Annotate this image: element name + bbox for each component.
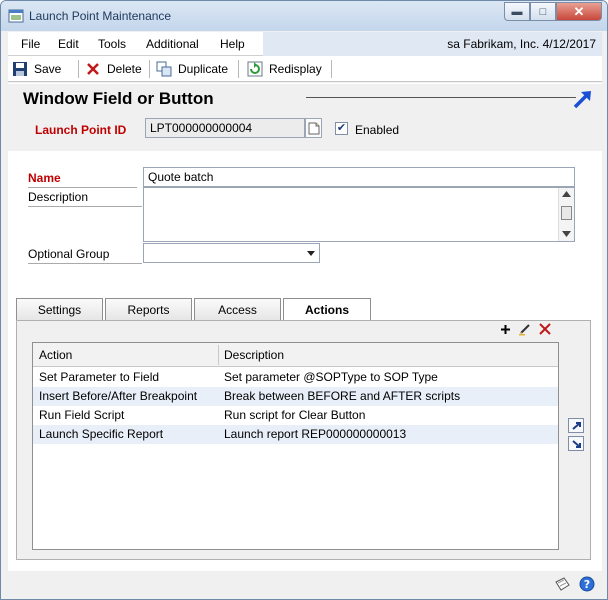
title-divider (306, 97, 576, 98)
column-divider (218, 345, 219, 365)
row-action: Set Parameter to Field (39, 370, 160, 384)
row-action: Insert Before/After Breakpoint (39, 389, 198, 403)
toolbar-divider (149, 60, 150, 78)
note-icon[interactable] (554, 576, 571, 592)
maximize-button[interactable]: □ (530, 2, 556, 21)
svg-text:?: ? (584, 578, 590, 591)
optional-group-label: Optional Group (28, 247, 142, 264)
remove-icon[interactable] (539, 323, 551, 335)
redisplay-label: Redisplay (269, 62, 322, 76)
column-header-description[interactable]: Description (224, 348, 284, 362)
name-input[interactable]: Quote batch (143, 167, 575, 187)
close-button[interactable]: ✕ (556, 2, 602, 21)
enabled-checkbox[interactable]: ✔ (335, 122, 348, 135)
arrow-icon[interactable] (572, 88, 594, 110)
minimize-button[interactable]: ▬ (504, 2, 530, 21)
form-title: Window Field or Button (23, 89, 214, 108)
tab-settings[interactable]: Settings (16, 298, 103, 320)
table-row[interactable]: Set Parameter to Field Set parameter @SO… (33, 368, 558, 387)
delete-label: Delete (107, 62, 142, 76)
move-down-button[interactable] (568, 436, 584, 451)
menu-help[interactable]: Help (220, 37, 245, 51)
description-scrollbar[interactable] (558, 188, 574, 241)
header-panel: Window Field or Button Launch Point ID L… (8, 83, 602, 149)
toolbar-divider (78, 60, 79, 78)
window-title: Launch Point Maintenance (29, 9, 172, 23)
menu-file[interactable]: File (21, 37, 40, 51)
row-action: Run Field Script (39, 408, 125, 422)
description-input[interactable] (143, 187, 575, 242)
tab-reports[interactable]: Reports (105, 298, 192, 320)
help-icon[interactable]: ? (579, 576, 595, 592)
table-row[interactable]: Launch Specific Report Launch report REP… (33, 425, 558, 444)
duplicate-label: Duplicate (178, 62, 229, 76)
launch-point-maintenance-window: Launch Point Maintenance ▬ □ ✕ File Edit… (0, 0, 608, 600)
row-description: Set parameter @SOPType to SOP Type (224, 370, 438, 384)
company-info: sa Fabrikam, Inc. 4/12/2017 (447, 37, 596, 51)
menu-edit[interactable]: Edit (58, 37, 79, 51)
row-description: Launch report REP000000000013 (224, 427, 407, 441)
row-action: Launch Specific Report (39, 427, 164, 441)
toolbar-divider (238, 60, 239, 78)
lookup-icon (308, 122, 320, 135)
column-header-action[interactable]: Action (39, 348, 72, 362)
toolbar: Save Delete Duplicate Redisplay (8, 56, 602, 82)
save-label: Save (34, 62, 62, 76)
menu-additional[interactable]: Additional (146, 37, 199, 51)
actions-table: Action Description Set Parameter to Fiel… (32, 342, 559, 550)
description-label: Description (28, 190, 142, 207)
name-label: Name (28, 171, 137, 188)
row-description: Break between BEFORE and AFTER scripts (224, 389, 461, 403)
lookup-button[interactable] (305, 118, 322, 138)
edit-icon[interactable] (518, 322, 532, 336)
tab-access[interactable]: Access (194, 298, 281, 320)
chevron-down-icon (307, 251, 315, 256)
duplicate-icon (156, 61, 172, 77)
optional-group-select[interactable] (143, 243, 320, 263)
app-window-icon (8, 9, 24, 23)
table-row[interactable]: Run Field Script Run script for Clear Bu… (33, 406, 558, 425)
move-down-icon (572, 440, 581, 448)
table-row[interactable]: Insert Before/After Breakpoint Break bet… (33, 387, 558, 406)
save-button[interactable]: Save (12, 59, 61, 79)
duplicate-button[interactable]: Duplicate (156, 59, 228, 79)
company-info-bar: sa Fabrikam, Inc. 4/12/2017 (263, 32, 602, 56)
scroll-thumb[interactable] (561, 206, 572, 220)
move-up-icon (572, 422, 581, 430)
redisplay-button[interactable]: Redisplay (247, 59, 322, 79)
table-header: Action Description (33, 343, 558, 367)
tab-actions[interactable]: Actions (283, 298, 371, 322)
add-icon[interactable] (500, 324, 511, 335)
launch-point-id-input[interactable]: LPT000000000004 (145, 118, 305, 138)
menu-tools[interactable]: Tools (98, 37, 126, 51)
enabled-label: Enabled (355, 123, 400, 137)
toolbar-divider (331, 60, 332, 78)
redisplay-icon (247, 61, 263, 77)
move-up-button[interactable] (568, 418, 584, 433)
delete-icon (87, 63, 99, 75)
scroll-down-icon[interactable] (562, 231, 571, 237)
menu-bar: File Edit Tools Additional Help sa Fabri… (8, 32, 602, 56)
row-description: Run script for Clear Button (224, 408, 366, 422)
delete-button[interactable]: Delete (85, 59, 142, 79)
save-icon (13, 62, 27, 76)
launch-point-id-label: Launch Point ID (35, 123, 127, 137)
scroll-up-icon[interactable] (562, 191, 571, 197)
title-bar: Launch Point Maintenance ▬ □ ✕ (1, 1, 607, 31)
